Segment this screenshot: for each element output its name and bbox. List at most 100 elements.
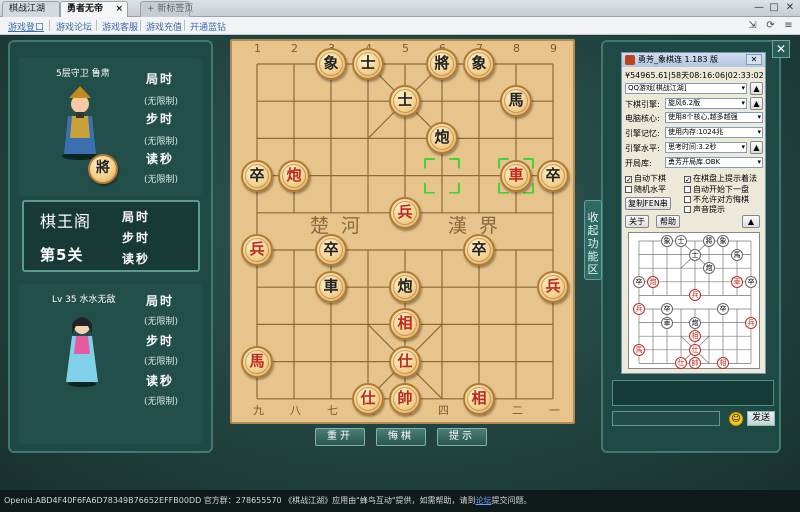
player-name: Lv 35 水水无敌	[52, 295, 116, 305]
piece-black[interactable]: 士	[352, 48, 384, 80]
piece-black[interactable]: 將	[426, 48, 458, 80]
cores-select[interactable]: 使用8个核心,越多越强	[665, 112, 763, 123]
panel-close-button[interactable]: ✕	[772, 40, 790, 58]
mini-piece: 炮	[689, 316, 701, 329]
close-window-button[interactable]: ✕	[783, 1, 797, 15]
step-value: (无限制)	[144, 137, 179, 147]
piece-red[interactable]: 帥	[389, 382, 421, 415]
checkbox-label: 自动下棋	[634, 174, 666, 183]
piece-black[interactable]: 卒	[315, 234, 347, 266]
piece-black[interactable]: 車	[315, 271, 347, 304]
piece-black[interactable]: 卒	[241, 159, 273, 192]
engine-label: 下棋引擎:	[625, 100, 660, 109]
status-text: Openid:ABD4F40F6FA6D78349B76652EFFB00DD …	[4, 496, 476, 505]
memory-select[interactable]: 使用内存:1024兆	[665, 127, 763, 138]
piece-red[interactable]: 仕	[352, 382, 384, 415]
about-button[interactable]: 关于	[625, 215, 649, 228]
up-button[interactable]: ▲	[750, 82, 763, 95]
restart-button[interactable]: 重开	[315, 428, 365, 446]
nav-link-service[interactable]: 游戏客服	[102, 20, 138, 33]
scroll-up-button[interactable]: ▲	[742, 215, 760, 228]
mini-piece: 車	[731, 275, 743, 288]
new-tab-button[interactable]: + 新标签页	[140, 1, 193, 17]
nav-link-home[interactable]: 游戏登口	[8, 20, 44, 33]
piece-label: 卒	[249, 165, 265, 184]
tab-label: 勇者无帝	[67, 4, 104, 14]
checkbox-box	[684, 186, 691, 193]
engine-select[interactable]: 旋风6.2版	[665, 98, 747, 109]
piece-label: 炮	[286, 165, 302, 184]
minimize-button[interactable]: —	[752, 1, 766, 15]
tab-active[interactable]: 勇者无帝 ×	[60, 1, 128, 17]
mini-piece: 炮	[647, 275, 659, 288]
random-level-checkbox[interactable]: 随机水平	[625, 184, 666, 195]
collapse-panel-button[interactable]: 收起功能区	[584, 200, 602, 280]
close-icon[interactable]: ×	[115, 2, 123, 17]
check-icon: ✓	[684, 176, 691, 184]
nav-link-recharge[interactable]: 游戏充值	[146, 20, 182, 33]
file-number: 5	[402, 42, 409, 55]
up-button[interactable]: ▲	[750, 97, 763, 110]
piece-red[interactable]: 仕	[389, 345, 421, 378]
send-button[interactable]: 发送	[747, 411, 775, 426]
opponent-avatar	[62, 86, 98, 160]
piece-black[interactable]: 卒	[463, 234, 495, 266]
check-icon: ✓	[625, 176, 632, 184]
tab-qizhan[interactable]: 棋战江湖	[2, 1, 60, 17]
undo-button[interactable]: 悔棋	[376, 428, 426, 446]
emoji-icon[interactable]: ☺	[729, 412, 743, 426]
forum-link[interactable]: 论坛	[476, 496, 492, 505]
checkbox-label: 自动开始下一盘	[693, 185, 749, 194]
piece-red[interactable]: 兵	[241, 234, 273, 266]
piece-red[interactable]: 車	[500, 159, 532, 192]
sound-checkbox[interactable]: 声音提示	[684, 204, 725, 215]
maximize-button[interactable]: □	[767, 1, 781, 15]
up-button[interactable]: ▲	[750, 141, 763, 154]
file-number: 四	[438, 404, 449, 417]
piece-red[interactable]: 兵	[537, 271, 569, 304]
countdown-label: 读秒	[146, 152, 175, 166]
piece-label: 炮	[434, 128, 450, 147]
board-hint-checkbox[interactable]: ✓ 在棋盘上提示着法	[684, 173, 757, 184]
piece-label: 仕	[360, 388, 376, 407]
piece-red[interactable]: 炮	[278, 159, 310, 192]
nav-link-forum[interactable]: 游戏论坛	[56, 20, 92, 33]
app-icon	[625, 55, 635, 65]
chat-input[interactable]	[612, 411, 720, 426]
piece-label: 象	[323, 54, 339, 72]
piece-red[interactable]: 馬	[241, 345, 273, 378]
piece-black[interactable]: 象	[315, 48, 347, 80]
time-label: 局时	[146, 294, 175, 308]
checkbox-label: 在棋盘上提示着法	[693, 174, 757, 183]
engine-title: 勇芳_象棋连 1.183 版 ✕	[622, 53, 765, 67]
piece-black[interactable]: 馬	[500, 85, 532, 118]
tools-icon[interactable]: ⇲	[746, 19, 759, 32]
xiangqi-board[interactable]: 楚 河 漢 界 123456789 九八七六五四三二一 象士將象士馬炮卒炮車卒兵…	[230, 39, 575, 424]
piece-black[interactable]: 象	[463, 48, 495, 80]
close-icon[interactable]: ✕	[746, 54, 762, 65]
hint-button[interactable]: 提示	[437, 428, 487, 446]
piece-label: 兵	[545, 277, 561, 296]
piece-label: 卒	[323, 240, 339, 258]
help-button[interactable]: 帮助	[656, 215, 680, 228]
piece-red[interactable]: 相	[463, 382, 495, 415]
copy-fen-button[interactable]: 复制FEN串	[625, 197, 671, 210]
piece-black[interactable]: 卒	[537, 159, 569, 192]
piece-black[interactable]: 炮	[389, 271, 421, 304]
checkbox-box	[625, 186, 632, 193]
status-text-end: 提交问题。	[491, 496, 532, 505]
piece-black[interactable]: 士	[389, 85, 421, 118]
auto-play-checkbox[interactable]: ✓ 自动下棋	[625, 173, 666, 184]
time-label: 局时	[122, 210, 151, 224]
collapse-label: 收起功能区	[587, 211, 599, 276]
piece-label: 兵	[249, 240, 265, 258]
opening-select[interactable]: 勇芳开局库.OBK	[665, 157, 763, 168]
mini-piece: 卒	[661, 303, 673, 315]
piece-red[interactable]: 兵	[389, 196, 421, 229]
game-select[interactable]: QQ游戏[棋战江湖]	[625, 83, 747, 94]
nav-link-bluediamond[interactable]: 开通蓝钻	[190, 20, 226, 33]
menu-icon[interactable]: ≡	[782, 19, 795, 32]
level-select[interactable]: 思考时间:3.2秒	[665, 142, 747, 153]
refresh-icon[interactable]: ⟳	[764, 19, 777, 32]
opening-label: 开局库:	[625, 159, 652, 168]
